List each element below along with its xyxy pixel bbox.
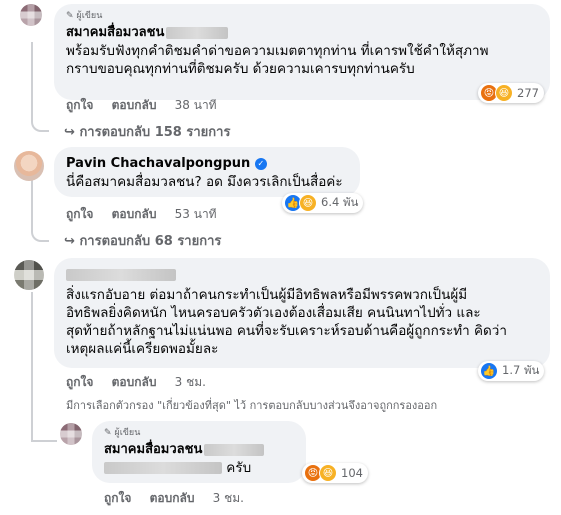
reply-arrow-icon: ↪ (64, 125, 75, 140)
redacted-text (204, 443, 265, 456)
reaction-summary[interactable]: 👍 😆 6.4 พัน (282, 193, 364, 213)
redacted-text (166, 26, 229, 39)
haha-reaction-icon: 😆 (299, 194, 317, 212)
reply-button[interactable]: ตอบกลับ (112, 207, 157, 221)
haha-reaction-icon: 😆 (319, 464, 337, 482)
thread-line (31, 180, 49, 242)
author-badge: ✎ ผู้เขียน (66, 11, 103, 21)
avatar[interactable] (14, 151, 44, 181)
thread-line (31, 42, 49, 132)
comment-bubble: Pavin Chachavalpongpun ✓ นี่คือสมาคมสื่อ… (54, 147, 360, 197)
reply-button[interactable]: ตอบกลับ (150, 491, 195, 505)
comment-actions: ถูกใจ ตอบกลับ 38 นาที (66, 96, 231, 115)
filter-notice: มีการเลือกตัวกรอง "เกี่ยวข้องที่สุด" ไว้… (66, 399, 438, 412)
avatar[interactable] (20, 4, 42, 26)
like-button[interactable]: ถูกใจ (66, 375, 93, 389)
comment-actions: ถูกใจ ตอบกลับ 53 นาที (66, 205, 231, 224)
timestamp[interactable]: 53 นาที (175, 207, 217, 221)
like-button[interactable]: ถูกใจ (66, 207, 93, 221)
redacted-text (104, 462, 222, 474)
badge-icon: ✎ (104, 428, 112, 438)
like-button[interactable]: ถูกใจ (104, 491, 131, 505)
comment-text: สิ่งแรกอับอาย ต่อมาถ้าคนกระทำเป็นผู้มีอิ… (66, 287, 507, 357)
verified-badge-icon: ✓ (254, 157, 267, 170)
comment-bubble: ✎ ผู้เขียน สมาคมสื่อมวลชน พร้อมรับฟังทุก… (54, 4, 550, 100)
like-reaction-icon: 👍 (480, 362, 498, 380)
reply-button[interactable]: ตอบกลับ (112, 375, 157, 389)
timestamp[interactable]: 38 นาที (175, 98, 217, 112)
timestamp[interactable]: 3 ชม. (175, 375, 206, 389)
comment-author[interactable]: Pavin Chachavalpongpun ✓ (66, 155, 267, 172)
author-badge: ✎ ผู้เขียน (104, 428, 141, 438)
reply-bubble: ✎ ผู้เขียน สมาคมสื่อมวลชน ครับ (92, 421, 306, 483)
reply-author[interactable]: สมาคมสื่อมวลชน (104, 441, 265, 458)
reply-arrow-icon: ↪ (64, 234, 75, 249)
thread-line (31, 440, 57, 442)
view-replies-link[interactable]: ↪ การตอบกลับ 68 รายการ (64, 230, 221, 251)
badge-icon: ✎ (66, 11, 74, 21)
comment-bubble: สิ่งแรกอับอาย ต่อมาถ้าคนกระทำเป็นผู้มีอิ… (54, 258, 550, 368)
reaction-summary[interactable]: 😡 😆 277 (478, 83, 544, 103)
reply-button[interactable]: ตอบกลับ (112, 98, 157, 112)
reply-actions: ถูกใจ ตอบกลับ 3 ชม. (104, 489, 258, 508)
redacted-text (66, 268, 176, 281)
comment-text: พร้อมรับฟังทุกคำติชมคำด่าขอความเมตตาทุกท… (66, 43, 489, 77)
reaction-summary[interactable]: 👍 1.7 พัน (478, 361, 545, 381)
comment-actions: ถูกใจ ตอบกลับ 3 ชม. (66, 373, 220, 392)
comment-author[interactable] (66, 266, 176, 283)
timestamp[interactable]: 3 ชม. (213, 491, 244, 505)
reaction-summary[interactable]: 😡 😆 104 (302, 463, 368, 483)
comment-author[interactable]: สมาคมสื่อมวลชน (66, 24, 229, 41)
avatar[interactable] (14, 260, 44, 290)
reply-text: ครับ (104, 459, 251, 477)
avatar[interactable] (60, 423, 82, 445)
haha-reaction-icon: 😆 (495, 84, 513, 102)
thread-line (31, 292, 33, 440)
view-replies-link[interactable]: ↪ การตอบกลับ 158 รายการ (64, 121, 230, 142)
comment-text: นี่คือสมาคมสื่อมวลชน? อด มึงควรเลิกเป็นส… (66, 174, 343, 190)
like-button[interactable]: ถูกใจ (66, 98, 93, 112)
